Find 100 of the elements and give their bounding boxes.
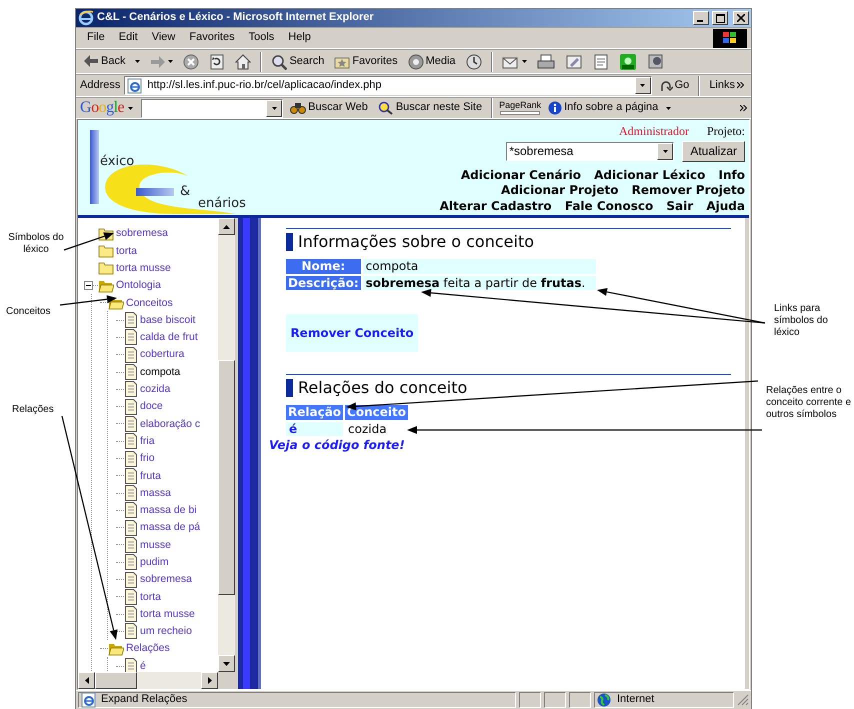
menu-item[interactable]: File xyxy=(80,31,112,45)
tree-item[interactable]: massa de bi xyxy=(140,504,197,517)
nav-link[interactable]: Remover Projeto xyxy=(632,183,745,198)
nav-link[interactable]: Alterar Cadastro xyxy=(440,198,552,213)
tree-item[interactable]: base biscoit xyxy=(140,314,196,326)
menu-item[interactable]: Favorites xyxy=(182,31,242,45)
tree-item[interactable]: torta xyxy=(116,244,138,258)
go-button[interactable]: Go xyxy=(656,78,692,94)
close-icon xyxy=(737,14,745,22)
window-title: C&L - Cenários e Léxico - Microsoft Internet Explorer xyxy=(97,11,375,25)
status-text: Expand Relações xyxy=(101,693,188,707)
nav-link[interactable]: Adicionar Léxico xyxy=(594,168,706,182)
browser-icon xyxy=(78,10,94,26)
caret-icon xyxy=(128,106,134,110)
address-label: Address xyxy=(80,78,120,92)
logo-text: enários xyxy=(198,196,246,212)
stop-icon xyxy=(183,54,200,70)
toolbar-button[interactable]: Favorites xyxy=(331,52,401,70)
lexicon-link[interactable]: frutas xyxy=(540,276,582,290)
scrollbar[interactable] xyxy=(218,218,235,672)
toolbar-button[interactable]: Buscar Web xyxy=(287,100,371,116)
table-cell-text: cozida xyxy=(347,422,388,436)
scrollbar-thumb[interactable] xyxy=(95,672,137,689)
left-arrow-icon xyxy=(84,677,88,684)
back-button[interactable]: Back xyxy=(80,52,144,70)
tree-item[interactable]: Relações xyxy=(126,642,170,656)
update-button[interactable]: Atualizar xyxy=(682,141,745,162)
lexicon-link[interactable]: sobremesa xyxy=(366,276,440,290)
caret-icon xyxy=(522,60,527,63)
nav-link[interactable]: Adicionar Projeto xyxy=(501,183,618,198)
tree-item[interactable]: torta xyxy=(140,590,162,604)
resize-grip-icon[interactable] xyxy=(737,694,749,706)
tree-item[interactable]: é xyxy=(140,660,146,672)
toolbar-button[interactable]: Info sobre a página xyxy=(545,100,674,116)
menu-item[interactable]: View xyxy=(144,31,182,45)
nav-link[interactable]: Info xyxy=(718,168,745,182)
scrollbar-thumb[interactable] xyxy=(218,360,235,595)
relation-link[interactable]: é xyxy=(289,422,298,436)
tree-item[interactable]: cozida xyxy=(140,383,170,396)
tree-item[interactable]: sobremesa xyxy=(140,573,192,586)
source-code-link[interactable]: Veja o código fonte! xyxy=(269,438,405,452)
minimize-button[interactable] xyxy=(693,11,709,25)
maximize-button[interactable] xyxy=(712,11,728,25)
tree-item[interactable]: calda de frut xyxy=(140,331,198,344)
nav-link[interactable]: Ajuda xyxy=(706,198,745,213)
tree-item[interactable]: fruta xyxy=(140,470,162,482)
tree-item[interactable]: doce xyxy=(140,400,163,413)
heading-marker xyxy=(286,378,293,397)
tree-item[interactable]: um recheio xyxy=(140,625,192,638)
tree-item[interactable]: musse xyxy=(140,538,171,552)
go-arrow-icon xyxy=(658,78,673,92)
page-icon xyxy=(127,78,144,94)
scroll-down-button[interactable] xyxy=(218,655,235,672)
remove-concept-link[interactable]: Remover Conceito xyxy=(286,314,418,352)
pagerank-label: PageRank xyxy=(499,101,542,110)
toolbar-button[interactable]: Buscar neste Site xyxy=(374,100,486,116)
column-header: Relação xyxy=(286,405,344,420)
dropdown-button[interactable] xyxy=(266,100,282,116)
scroll-up-button[interactable] xyxy=(218,218,235,235)
field-value: compota xyxy=(362,259,596,274)
tree-item[interactable]: fria xyxy=(140,434,155,448)
column-header: Conceito xyxy=(345,405,408,420)
menu-item[interactable]: Tools xyxy=(242,31,282,45)
chevron-icon[interactable] xyxy=(740,104,747,112)
dropdown-button[interactable] xyxy=(634,77,651,94)
tree-item[interactable]: cobertura xyxy=(140,348,184,362)
tree-item[interactable]: Ontologia xyxy=(116,279,161,292)
close-button[interactable] xyxy=(733,11,749,25)
menu-item[interactable]: Help xyxy=(281,31,318,45)
tree-item[interactable]: massa xyxy=(140,486,171,500)
heading-marker xyxy=(286,232,293,251)
dropdown-button[interactable] xyxy=(657,143,674,160)
tree-item[interactable]: massa de pá xyxy=(140,521,200,534)
tree-item[interactable]: elaboração c xyxy=(140,418,200,430)
scrollbar[interactable] xyxy=(78,672,235,689)
links-button[interactable]: Links xyxy=(706,78,747,94)
annotation-arrow xyxy=(64,232,114,251)
tree-item[interactable]: Conceitos xyxy=(126,296,173,310)
nav-link[interactable]: Fale Conosco xyxy=(564,198,654,213)
tree-item[interactable]: pudim xyxy=(140,556,169,569)
url-text: http://sl.les.inf.puc-rio.br/cel/aplicacao/index.php xyxy=(147,78,382,92)
toolbar-button[interactable]: Media xyxy=(404,52,459,70)
nav-link[interactable]: Sair xyxy=(666,198,694,213)
menu-item[interactable]: Edit xyxy=(112,31,145,45)
scroll-left-button[interactable] xyxy=(78,672,95,689)
collapse-icon[interactable] xyxy=(84,281,93,290)
toolbar-button[interactable]: Search xyxy=(268,52,328,70)
logo-text: éxico xyxy=(100,154,134,170)
tree-item[interactable]: compota xyxy=(140,366,180,378)
tree-item[interactable]: sobremesa xyxy=(116,227,168,240)
search-field[interactable] xyxy=(141,98,284,118)
refresh-icon xyxy=(209,54,226,70)
tree-item[interactable]: frio xyxy=(140,452,155,465)
google-logo[interactable]: Google xyxy=(80,98,124,118)
project-select[interactable]: *sobremesa xyxy=(506,142,674,162)
tree-item[interactable]: torta musse xyxy=(140,608,195,620)
address-field[interactable]: http://sl.les.inf.puc-rio.br/cel/aplicacao/index.php xyxy=(124,76,652,95)
tree-item[interactable]: torta musse xyxy=(116,262,171,275)
scroll-right-button[interactable] xyxy=(201,672,218,689)
nav-link[interactable]: Adicionar Cenário xyxy=(460,168,581,182)
